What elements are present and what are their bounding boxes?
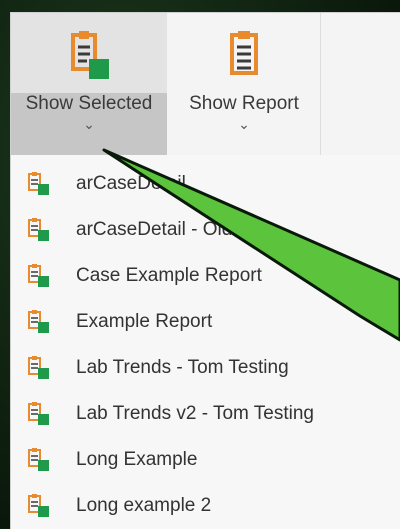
report-selected-icon xyxy=(28,448,49,471)
report-selected-icon xyxy=(28,172,49,195)
report-selected-icon xyxy=(28,310,49,333)
menu-item-label: Example Report xyxy=(76,311,213,332)
menu-item-label: Case Example Report xyxy=(76,265,262,286)
report-selected-icon xyxy=(28,402,49,425)
menu-item-label: arCaseDetail xyxy=(76,173,186,194)
menu-item-label: Lab Trends v2 - Tom Testing xyxy=(76,403,314,424)
report-selected-icon xyxy=(71,31,109,79)
menu-item-report[interactable]: Long example 2 xyxy=(11,483,400,529)
chevron-down-icon: ⌄ xyxy=(238,117,250,133)
menu-item-report[interactable]: arCaseDetail - Old xyxy=(11,207,400,253)
report-icon xyxy=(230,31,258,75)
report-selected-icon xyxy=(28,356,49,379)
show-report-label: Show Report xyxy=(189,93,299,114)
ribbon-toolbar: Show Selected ⌄ Show Report ⌄ xyxy=(11,13,400,156)
chevron-down-icon: ⌄ xyxy=(83,117,95,133)
menu-item-label: Long example 2 xyxy=(76,495,212,516)
menu-item-report[interactable]: Lab Trends - Tom Testing xyxy=(11,345,400,391)
show-selected-label: Show Selected xyxy=(25,93,153,114)
menu-item-report[interactable]: Lab Trends v2 - Tom Testing xyxy=(11,391,400,437)
report-selected-icon xyxy=(28,494,49,517)
menu-item-report[interactable]: Example Report xyxy=(11,299,400,345)
ribbon-panel: Show Selected ⌄ Show Report ⌄ arCaseDeta… xyxy=(10,12,400,529)
menu-item-report[interactable]: Case Example Report xyxy=(11,253,400,299)
report-selected-icon xyxy=(28,264,49,287)
report-dropdown-menu: arCaseDetail arCaseDetail - Old Case Exa… xyxy=(11,155,400,529)
menu-item-report[interactable]: Long Example xyxy=(11,437,400,483)
menu-item-label: Long Example xyxy=(76,449,198,470)
menu-item-label: arCaseDetail - Old xyxy=(76,219,233,240)
show-selected-button[interactable]: Show Selected ⌄ xyxy=(11,13,167,155)
show-report-button[interactable]: Show Report ⌄ xyxy=(169,13,319,155)
menu-item-report[interactable]: arCaseDetail xyxy=(11,161,400,207)
report-selected-icon xyxy=(28,218,49,241)
menu-item-label: Lab Trends - Tom Testing xyxy=(76,357,289,378)
ribbon-separator xyxy=(320,13,321,155)
